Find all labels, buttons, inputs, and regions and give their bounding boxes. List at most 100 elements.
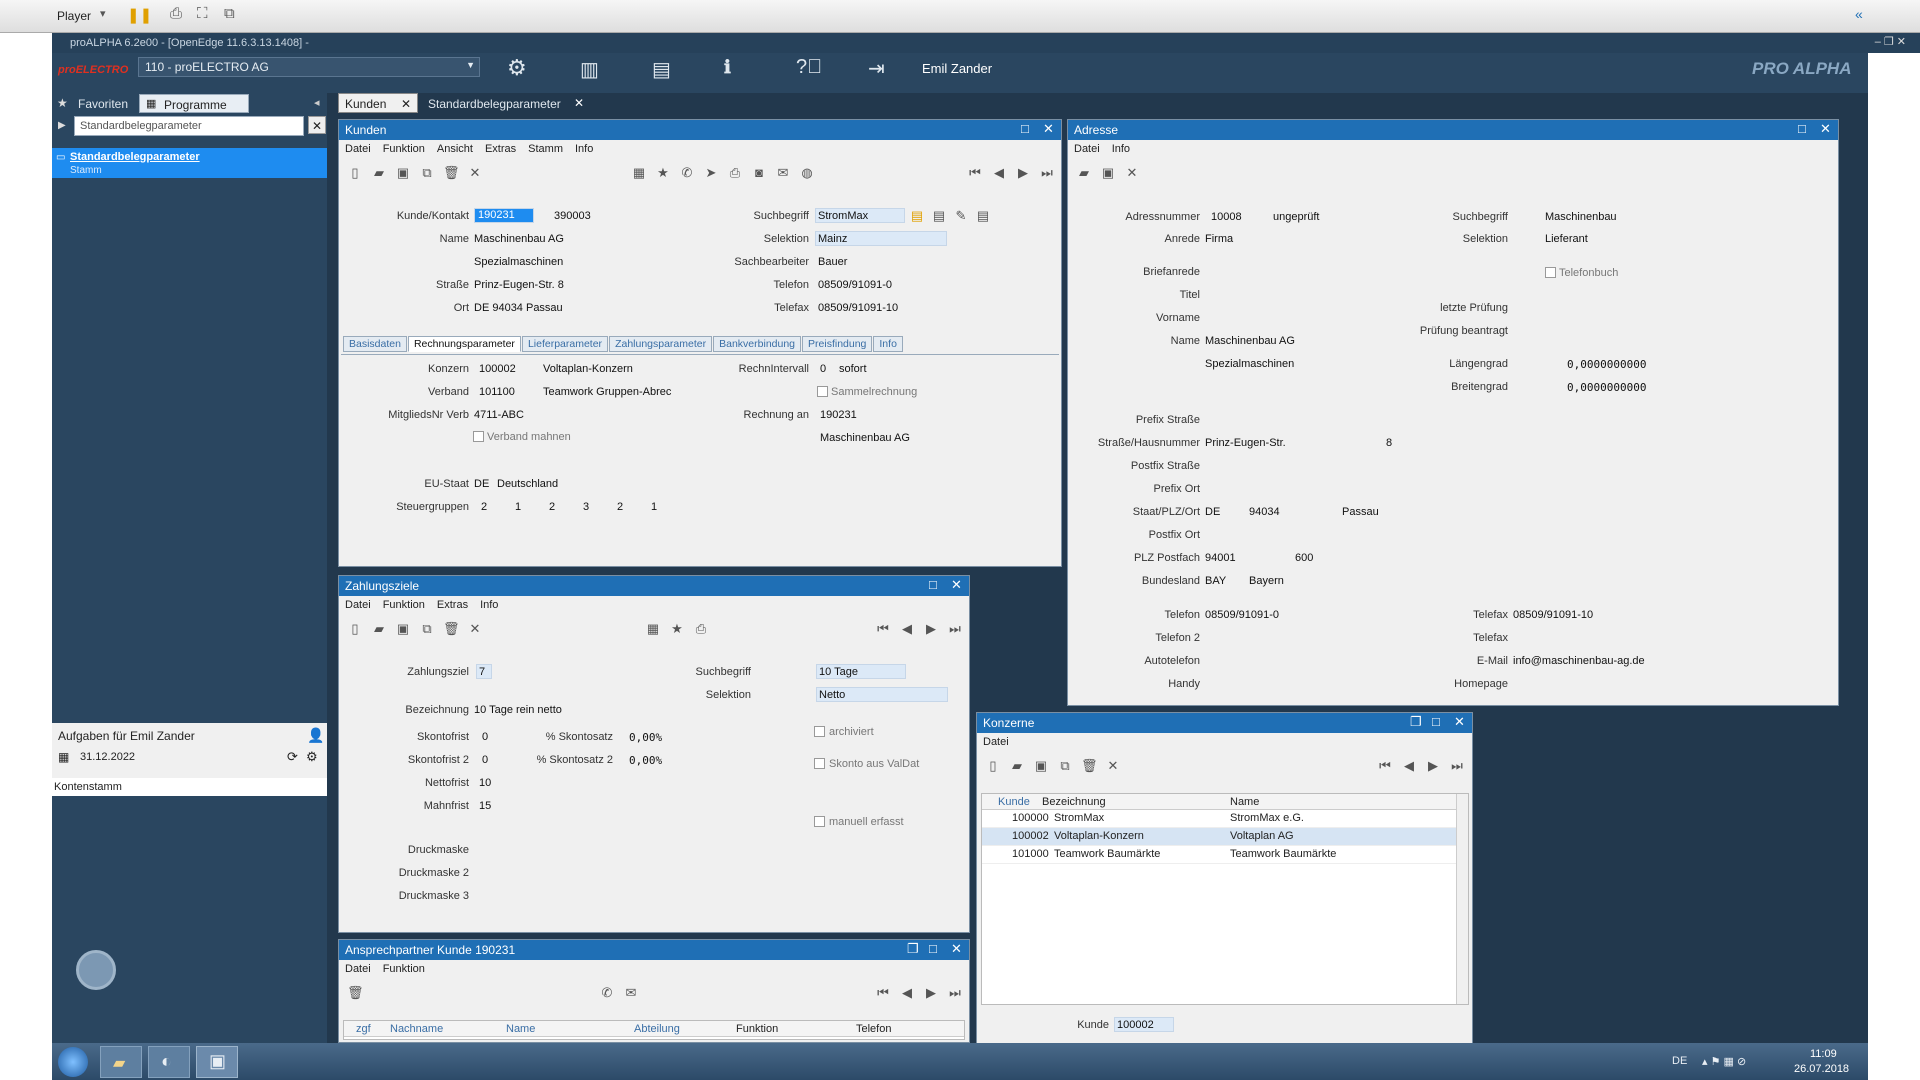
calendar-icon[interactable]: ▦ xyxy=(631,165,647,181)
open-folder-icon[interactable]: ▰ xyxy=(1009,758,1025,774)
star-icon[interactable]: ★ xyxy=(669,621,685,637)
program-search-input[interactable] xyxy=(74,116,304,136)
logout-icon[interactable]: ⇥ xyxy=(868,56,885,81)
magnifier-icon[interactable] xyxy=(76,950,116,990)
save-icon[interactable]: ▣ xyxy=(395,621,411,637)
share-icon[interactable]: ⎙ xyxy=(170,5,182,22)
print-icon[interactable]: ⎙ xyxy=(693,621,709,637)
menu-funktion[interactable]: Funktion xyxy=(383,599,425,611)
calendar-icon[interactable]: ▦ xyxy=(645,621,661,637)
collapse-left-icon[interactable]: ◂ xyxy=(314,96,320,109)
column-telefon[interactable]: Telefon xyxy=(856,1023,891,1035)
maximize-icon[interactable]: □ xyxy=(1798,121,1806,136)
next-record-icon[interactable]: ▶ xyxy=(923,621,939,637)
print-icon[interactable]: ⎙ xyxy=(727,165,743,181)
cancel-icon[interactable]: ✕ xyxy=(467,621,483,637)
menu-funktion[interactable]: Funktion xyxy=(383,143,425,155)
close-icon[interactable]: ✕ xyxy=(1454,714,1465,730)
copy-icon[interactable]: ⧉ xyxy=(419,621,435,637)
new-icon[interactable]: ▯ xyxy=(347,165,363,181)
cancel-icon[interactable]: ✕ xyxy=(1124,165,1140,181)
phone-icon[interactable]: ✆ xyxy=(679,165,695,181)
close-icon[interactable]: ✕ xyxy=(1043,121,1054,137)
close-icon[interactable]: ✕ xyxy=(951,941,962,957)
document-icon[interactable]: ▤ xyxy=(931,208,947,224)
sammelrechnung-checkbox[interactable] xyxy=(817,386,828,397)
app-taskbar-button[interactable]: ◐ xyxy=(148,1046,190,1078)
verband-mahnen-checkbox[interactable] xyxy=(473,431,484,442)
tab-zahlungsparameter[interactable]: Zahlungsparameter xyxy=(609,336,713,352)
menu-datei[interactable]: Datei xyxy=(1074,143,1100,155)
help-icon[interactable]: ?⃝ xyxy=(796,56,822,79)
lookup-icon[interactable]: ▤ xyxy=(909,208,925,224)
star-icon[interactable]: ★ xyxy=(655,165,671,181)
collapse-icon[interactable]: « xyxy=(1855,6,1863,22)
save-icon[interactable]: ▣ xyxy=(395,165,411,181)
next-record-icon[interactable]: ▶ xyxy=(1015,165,1031,181)
prev-record-icon[interactable]: ◀ xyxy=(899,985,915,1001)
tab-programme[interactable]: ▦ Programme xyxy=(139,94,249,113)
menu-extras[interactable]: Extras xyxy=(437,599,468,611)
edit-icon[interactable]: ✎ xyxy=(953,208,969,224)
table-row[interactable]: 100002 Voltaplan-Konzern Voltaplan AG xyxy=(982,828,1468,846)
column-nachname[interactable]: Nachname xyxy=(390,1023,443,1035)
company-select[interactable]: 110 - proELECTRO AG ▼ xyxy=(138,57,480,77)
start-button[interactable] xyxy=(58,1047,88,1077)
menu-datei[interactable]: Datei xyxy=(345,599,371,611)
open-folder-icon[interactable]: ▰ xyxy=(1076,165,1092,181)
delete-icon[interactable]: 🗑 xyxy=(443,621,460,637)
first-record-icon[interactable]: ⏮ xyxy=(1377,758,1393,774)
prev-record-icon[interactable]: ◀ xyxy=(991,165,1007,181)
prev-record-icon[interactable]: ◀ xyxy=(899,621,915,637)
next-record-icon[interactable]: ▶ xyxy=(923,985,939,1001)
fullscreen-icon[interactable]: ⛶ xyxy=(197,5,208,22)
close-icon[interactable]: ✕ xyxy=(401,97,411,111)
panel-icon[interactable]: ▥ xyxy=(580,57,599,82)
grid-scrollbar[interactable] xyxy=(1456,794,1468,1004)
new-icon[interactable]: ▯ xyxy=(347,621,363,637)
cancel-icon[interactable]: ✕ xyxy=(467,165,483,181)
column-kunde[interactable]: Kunde xyxy=(998,796,1030,808)
explorer-taskbar-button[interactable]: ▰ xyxy=(100,1046,142,1078)
gear-icon[interactable]: ⚙ xyxy=(507,55,527,81)
task-item[interactable]: Kontenstamm xyxy=(54,781,122,793)
notes-icon[interactable]: ▤ xyxy=(975,208,991,224)
open-folder-icon[interactable]: ▰ xyxy=(371,165,387,181)
expand-icon[interactable]: ▶ xyxy=(58,120,66,131)
menu-extras[interactable]: Extras xyxy=(485,143,516,155)
tab-preisfindung[interactable]: Preisfindung xyxy=(802,336,873,352)
user-icon[interactable]: 👤 xyxy=(307,727,324,744)
player-menu[interactable]: Player xyxy=(57,9,91,23)
menu-info[interactable]: Info xyxy=(575,143,593,155)
tab-basisdaten[interactable]: Basisdaten xyxy=(343,336,407,352)
menu-ansicht[interactable]: Ansicht xyxy=(437,143,473,155)
delete-icon[interactable]: 🗑 xyxy=(443,165,460,181)
archiviert-checkbox[interactable] xyxy=(814,726,825,737)
proalpha-taskbar-button[interactable]: ▣ xyxy=(196,1046,238,1078)
maximize-icon[interactable]: □ xyxy=(929,941,937,956)
settings-icon[interactable]: ⚙ xyxy=(306,749,318,765)
column-funktion[interactable]: Funktion xyxy=(736,1023,778,1035)
menu-info[interactable]: Info xyxy=(1112,143,1130,155)
column-abteilung[interactable]: Abteilung xyxy=(634,1023,680,1035)
table-row[interactable]: 100000 StromMax StromMax e.G. xyxy=(982,810,1468,828)
language-indicator[interactable]: DE xyxy=(1672,1055,1687,1067)
forward-icon[interactable]: ➤ xyxy=(703,165,719,181)
last-record-icon[interactable]: ⏭ xyxy=(947,985,963,1001)
skonto-valdat-checkbox[interactable] xyxy=(814,758,825,769)
pause-icon[interactable]: ❚❚ xyxy=(127,6,152,24)
mail-icon[interactable]: ✉ xyxy=(623,985,639,1001)
restore-icon[interactable]: ❐ xyxy=(907,941,919,957)
info-icon[interactable]: ℹ xyxy=(724,57,731,78)
clear-search-icon[interactable]: ✕ xyxy=(308,116,326,134)
last-record-icon[interactable]: ⏭ xyxy=(1449,758,1465,774)
copy-icon[interactable]: ⧉ xyxy=(1057,758,1073,774)
menu-datei[interactable]: Datei xyxy=(345,963,371,975)
last-record-icon[interactable]: ⏭ xyxy=(1039,165,1055,181)
prev-record-icon[interactable]: ◀ xyxy=(1401,758,1417,774)
cancel-icon[interactable]: ✕ xyxy=(1105,758,1121,774)
column-name[interactable]: Name xyxy=(506,1023,535,1035)
phone-icon[interactable]: ✆ xyxy=(599,985,615,1001)
tab-lieferparameter[interactable]: Lieferparameter xyxy=(521,336,609,352)
save-icon[interactable]: ▣ xyxy=(1033,758,1049,774)
